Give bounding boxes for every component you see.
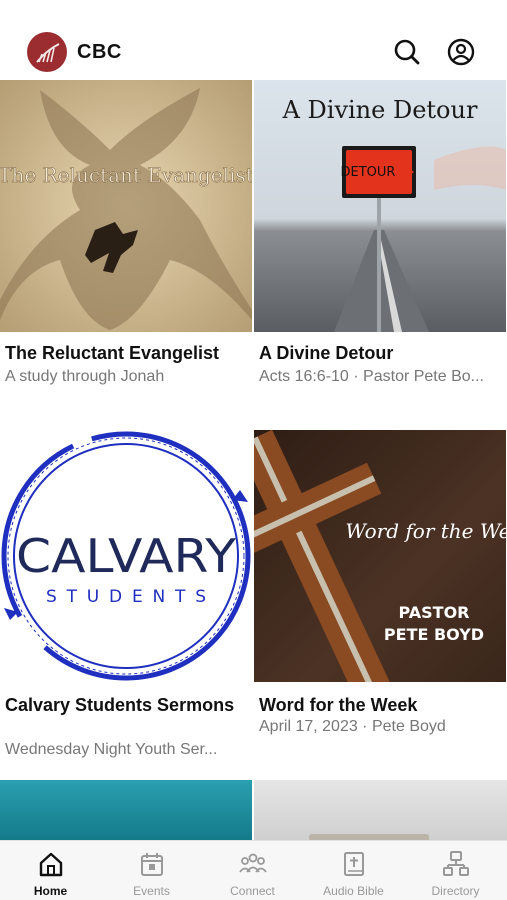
- search-icon[interactable]: [392, 37, 422, 67]
- thumb-title-text: A Divine Detour: [282, 96, 478, 124]
- tab-label: Events: [133, 884, 170, 898]
- series-thumbnail: [0, 780, 252, 840]
- detour-sign-text: DETOUR: [341, 165, 396, 180]
- series-thumbnail: CALVARY STUDENTS: [0, 430, 252, 682]
- thumb-pastor-text: PASTOR: [399, 603, 470, 622]
- thumb-title-text: CALVARY: [16, 529, 237, 583]
- thumb-title-text: The Reluctant Evangelist: [0, 163, 252, 187]
- series-thumbnail: [254, 780, 507, 840]
- series-subtitle: Wednesday Night Youth Ser...: [5, 741, 218, 758]
- tab-label: Connect: [230, 884, 275, 898]
- series-thumbnail: Word for the Week PASTOR PETE BOYD: [254, 430, 506, 682]
- tab-label: Audio Bible: [323, 884, 384, 898]
- tab-label: Directory: [431, 884, 480, 898]
- bible-icon: [344, 852, 364, 876]
- app-header: CBC: [0, 0, 507, 80]
- church-logo[interactable]: [27, 32, 67, 72]
- series-subtitle: A study through Jonah: [5, 368, 165, 385]
- home-icon: [39, 852, 63, 877]
- series-thumbnail: DETOUR A Divine Detour: [254, 80, 506, 332]
- bottom-tab-bar: Home Events Connect Audio Bible Director…: [0, 840, 507, 900]
- tab-home[interactable]: Home: [0, 841, 101, 900]
- series-title: Calvary Students Sermons: [5, 695, 235, 715]
- series-subtitle: April 17, 2023 · Pete Boyd: [259, 718, 446, 735]
- thumb-title-text: Word for the Week: [345, 519, 506, 543]
- series-subtitle: Acts 16:6-10 · Pastor Pete Bo...: [259, 368, 484, 385]
- tab-label: Home: [33, 884, 68, 898]
- series-card[interactable]: [0, 780, 252, 840]
- profile-icon[interactable]: [446, 37, 476, 67]
- calendar-icon: [141, 853, 163, 876]
- series-card[interactable]: [254, 780, 507, 840]
- tab-events[interactable]: Events: [101, 841, 202, 900]
- tab-connect[interactable]: Connect: [202, 841, 303, 900]
- tab-audio-bible[interactable]: Audio Bible: [303, 841, 404, 900]
- series-title: The Reluctant Evangelist: [5, 343, 220, 363]
- series-card[interactable]: Word for the Week PASTOR PETE BOYD Word …: [254, 430, 506, 770]
- directory-icon: [443, 851, 469, 876]
- series-card[interactable]: The Reluctant Evangelist The Reluctant E…: [0, 80, 252, 410]
- series-title: Word for the Week: [259, 695, 418, 715]
- tab-directory[interactable]: Directory: [405, 841, 506, 900]
- people-icon: [239, 853, 267, 873]
- app-title: CBC: [77, 41, 122, 63]
- series-thumbnail: The Reluctant Evangelist: [0, 80, 252, 332]
- thumb-name-text: PETE BOYD: [384, 625, 484, 644]
- series-card[interactable]: CALVARY STUDENTS Calvary Students Sermon…: [0, 430, 252, 770]
- series-card[interactable]: DETOUR A Divine Detour A Divine Detour A…: [254, 80, 506, 410]
- series-title: A Divine Detour: [259, 343, 394, 363]
